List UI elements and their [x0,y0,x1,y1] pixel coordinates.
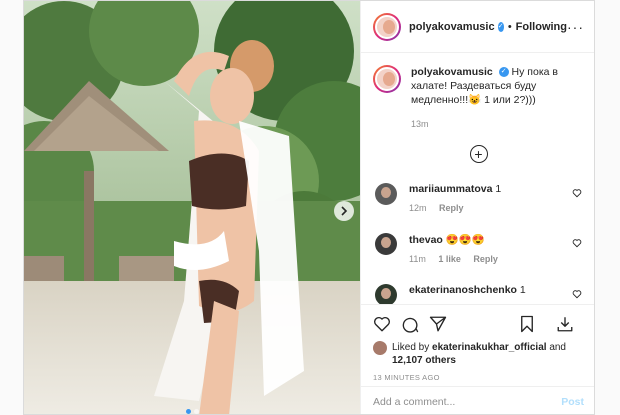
post-panel: polyakovamusic ✓ • Following ··· polyako… [360,1,594,414]
comment-username[interactable]: thevao [409,234,443,246]
heart-icon[interactable] [572,289,582,299]
comment-username[interactable]: mariiaummatova [409,183,492,195]
comment-avatar[interactable] [375,284,397,304]
post-modal: polyakovamusic ✓ • Following ··· polyako… [23,0,595,415]
liker-avatar [373,341,387,355]
download-icon [557,317,573,332]
heart-icon[interactable] [572,238,582,248]
follow-status-button[interactable]: Following [516,21,567,33]
paper-plane-icon [429,316,447,332]
more-options-icon[interactable]: ··· [567,19,584,35]
add-comment-bar: Post [361,386,594,414]
action-bar: Liked by ekaterinakukhar_official and 12… [361,304,594,382]
verified-badge-icon: ✓ [498,67,509,78]
carousel-dot-1 [185,409,191,414]
share-button[interactable] [429,315,447,333]
verified-badge-icon: ✓ [497,21,504,32]
post-photo[interactable] [24,1,360,414]
comment-item: mariiaummatova 1 12m Reply [373,183,584,213]
comments-list[interactable]: polyakovamusic ✓ Ну пока в халате! Разде… [361,53,594,304]
next-photo-button[interactable] [334,201,354,221]
liked-by-and: and [549,342,566,353]
comment-button[interactable] [401,315,419,333]
chevron-right-icon [341,206,348,216]
caption-time[interactable]: 13m [411,117,583,131]
load-more-comments-button[interactable]: + [469,145,488,163]
liked-by-user[interactable]: ekaterinakukhar_official [432,342,547,353]
separator-dot: • [507,20,512,33]
post-timestamp[interactable]: 13 MINUTES AGO [373,373,584,382]
plus-circle-icon: + [474,146,483,162]
beach-photo [24,1,360,414]
heart-icon [374,316,390,332]
comment-time[interactable]: 12m [409,203,427,213]
comment-item: thevao 😍😍😍 11m 1 like Reply [373,233,584,264]
comment-avatar[interactable] [375,183,397,205]
bookmark-icon [521,315,533,333]
caption-body: polyakovamusic ✓ Ну пока в халате! Разде… [411,65,583,131]
comment-text: 😍😍😍 [445,234,485,246]
like-button[interactable] [373,315,391,333]
comment-text: 1 [495,183,502,195]
caption-avatar[interactable] [373,65,401,93]
download-button[interactable] [556,315,574,333]
carousel-indicator [24,409,360,414]
carousel-dot-2 [193,409,199,414]
comment-item: ekaterinanoshchenko 1 [373,284,584,304]
liked-by-prefix: Liked by [392,342,430,353]
comment-likes[interactable]: 1 like [438,254,461,264]
likes-count[interactable]: 12,107 others [392,355,456,366]
reply-button[interactable]: Reply [439,203,464,213]
post-comment-button[interactable]: Post [561,396,584,408]
caption: polyakovamusic ✓ Ну пока в халате! Разде… [373,65,584,131]
avatar[interactable] [373,12,401,41]
comment-input[interactable] [373,395,562,408]
comment-username[interactable]: ekaterinanoshchenko [409,284,517,296]
reply-button[interactable]: Reply [473,254,498,264]
save-button[interactable] [518,315,536,333]
post-header: polyakovamusic ✓ • Following ··· [361,1,594,53]
caption-username[interactable]: polyakovamusic [411,66,493,78]
likes-summary: Liked by ekaterinakukhar_official and 12… [373,341,584,367]
comment-avatar[interactable] [375,233,397,255]
comment-time[interactable]: 11m [409,254,426,264]
comment-text: 1 [519,284,526,296]
speech-bubble-icon [402,317,419,333]
heart-icon[interactable] [572,188,582,198]
header-username[interactable]: polyakovamusic [409,21,495,33]
